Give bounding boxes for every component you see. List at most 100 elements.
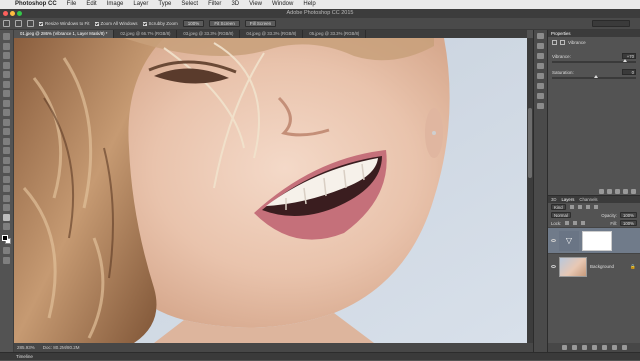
minimize-window-button[interactable] — [10, 11, 15, 16]
eyedropper-tool-icon[interactable] — [3, 80, 10, 88]
zoom-in-icon[interactable] — [15, 20, 22, 27]
blur-tool-icon[interactable] — [3, 147, 10, 154]
close-window-button[interactable] — [3, 11, 8, 16]
vibrance-slider-knob[interactable] — [623, 59, 628, 62]
menu-filter[interactable]: Filter — [203, 0, 226, 9]
healing-tool-icon[interactable] — [3, 90, 10, 97]
dodge-tool-icon[interactable] — [3, 156, 10, 164]
filter-pixel-icon[interactable] — [569, 205, 574, 209]
zoom-out-icon[interactable] — [27, 20, 34, 27]
filter-shape-icon[interactable] — [593, 205, 598, 209]
menu-edit[interactable]: Edit — [81, 0, 101, 9]
layer-mask-thumbnail[interactable] — [582, 230, 612, 251]
menu-app[interactable]: Photoshop CC — [10, 0, 62, 9]
document-size[interactable]: Doc: 80.2M/80.2M — [43, 345, 80, 350]
reset-icon[interactable] — [615, 188, 620, 194]
document-canvas[interactable] — [14, 38, 527, 343]
clip-to-layer-icon[interactable] — [599, 188, 604, 194]
foreground-color-swatch[interactable] — [1, 234, 8, 241]
tab-channels[interactable]: Channels — [579, 197, 597, 202]
filter-type-icon[interactable] — [585, 205, 590, 209]
fill-field[interactable]: 100% — [620, 220, 637, 226]
history-brush-tool-icon[interactable] — [3, 118, 10, 126]
zoom-100-button[interactable]: 100% — [182, 20, 205, 27]
saturation-slider[interactable] — [552, 75, 636, 79]
delete-icon[interactable] — [631, 188, 636, 194]
history-panel-icon[interactable] — [537, 33, 544, 39]
kind-filter-dropdown[interactable]: Kind — [551, 204, 566, 210]
pen-tool-icon[interactable] — [3, 166, 10, 173]
zoom-level[interactable]: 285.93% — [17, 345, 35, 350]
lock-transparent-icon[interactable] — [565, 221, 570, 225]
link-layers-icon[interactable] — [561, 345, 567, 350]
document-tab-05[interactable]: 05.jpeg @ 33.3% (RGB/8) — [303, 30, 367, 38]
menu-select[interactable]: Select — [176, 0, 203, 9]
vibrance-slider[interactable] — [552, 59, 636, 63]
eye-icon[interactable] — [551, 239, 556, 242]
scrollbar-thumb[interactable] — [528, 108, 532, 178]
character-panel-icon[interactable] — [537, 63, 544, 69]
eye-icon[interactable] — [551, 265, 556, 268]
saturation-slider-knob[interactable] — [594, 75, 598, 78]
menu-view[interactable]: View — [244, 0, 267, 9]
tab-layers[interactable]: Layers — [562, 197, 575, 202]
menu-help[interactable]: Help — [298, 0, 320, 9]
document-tab-04[interactable]: 04.jpeg @ 33.3% (RGB/8) — [240, 30, 304, 38]
add-mask-icon[interactable] — [581, 345, 587, 350]
crop-tool-icon[interactable] — [3, 71, 10, 78]
brush-tool-icon[interactable] — [3, 99, 10, 107]
zoom-all-checkbox[interactable] — [94, 21, 99, 26]
menu-image[interactable]: Image — [102, 0, 129, 9]
actions-panel-icon[interactable] — [537, 43, 544, 49]
resize-windows-option[interactable]: Resize Windows to Fit — [39, 21, 90, 26]
info-panel-icon[interactable] — [537, 53, 544, 59]
filter-adjustment-icon[interactable] — [577, 205, 582, 209]
swatches-panel-icon[interactable] — [537, 93, 544, 99]
gradient-tool-icon[interactable] — [3, 137, 10, 145]
color-swatches[interactable] — [1, 234, 12, 245]
zoom-all-windows-option[interactable]: Zoom All Windows — [94, 21, 138, 26]
opacity-field[interactable]: 100% — [620, 212, 637, 218]
new-adjustment-icon[interactable] — [591, 345, 597, 350]
zoom-tool-selected-icon[interactable] — [3, 213, 10, 221]
menu-type[interactable]: Type — [153, 0, 176, 9]
zoom-tool-icon[interactable] — [3, 20, 10, 27]
resize-windows-checkbox[interactable] — [39, 21, 43, 26]
shape-tool-icon[interactable] — [3, 194, 10, 202]
properties-tab[interactable]: Properties — [551, 31, 571, 36]
tab-3d[interactable]: 3D — [551, 197, 557, 202]
move-tool-icon[interactable] — [3, 33, 10, 40]
layer-style-icon[interactable] — [571, 345, 577, 350]
fit-screen-button[interactable]: Fit Screen — [209, 20, 240, 27]
view-previous-icon[interactable] — [607, 188, 612, 194]
type-tool-icon[interactable] — [3, 175, 10, 183]
new-group-icon[interactable] — [601, 345, 607, 350]
lasso-tool-icon[interactable] — [3, 52, 10, 59]
brush-panel-icon[interactable] — [537, 83, 544, 89]
scrubby-zoom-option[interactable]: Scrubby Zoom — [142, 21, 178, 26]
workspace-search-field[interactable] — [592, 20, 630, 27]
document-tab-02[interactable]: 02.jpeg @ 66.7% (RGB/8) — [114, 30, 178, 38]
menu-3d[interactable]: 3D — [226, 0, 244, 9]
screen-mode-icon[interactable] — [3, 256, 10, 264]
eraser-tool-icon[interactable] — [3, 128, 10, 135]
quick-mask-icon[interactable] — [3, 247, 10, 254]
mask-icon[interactable] — [560, 40, 565, 45]
zoom-window-button[interactable] — [17, 11, 22, 16]
hand-tool-icon[interactable] — [3, 204, 10, 211]
lock-pixels-icon[interactable] — [573, 221, 578, 225]
fill-screen-button[interactable]: Fill Screen — [244, 20, 277, 27]
timeline-panel-tab[interactable]: Timeline — [0, 352, 640, 360]
menu-window[interactable]: Window — [267, 0, 298, 9]
document-tab-03[interactable]: 03.jpeg @ 33.3% (RGB/8) — [177, 30, 241, 38]
new-layer-icon[interactable] — [611, 345, 617, 350]
scrubby-zoom-checkbox[interactable] — [142, 21, 147, 26]
saturation-value-field[interactable]: 0 — [622, 69, 636, 75]
blend-mode-dropdown[interactable]: Normal — [551, 212, 571, 218]
layer-vibrance[interactable]: ▽ — [548, 227, 640, 253]
visibility-icon[interactable] — [623, 188, 628, 194]
menu-layer[interactable]: Layer — [128, 0, 153, 9]
clone-stamp-tool-icon[interactable] — [3, 109, 10, 116]
trash-icon[interactable] — [621, 345, 627, 350]
path-select-tool-icon[interactable] — [3, 185, 10, 192]
